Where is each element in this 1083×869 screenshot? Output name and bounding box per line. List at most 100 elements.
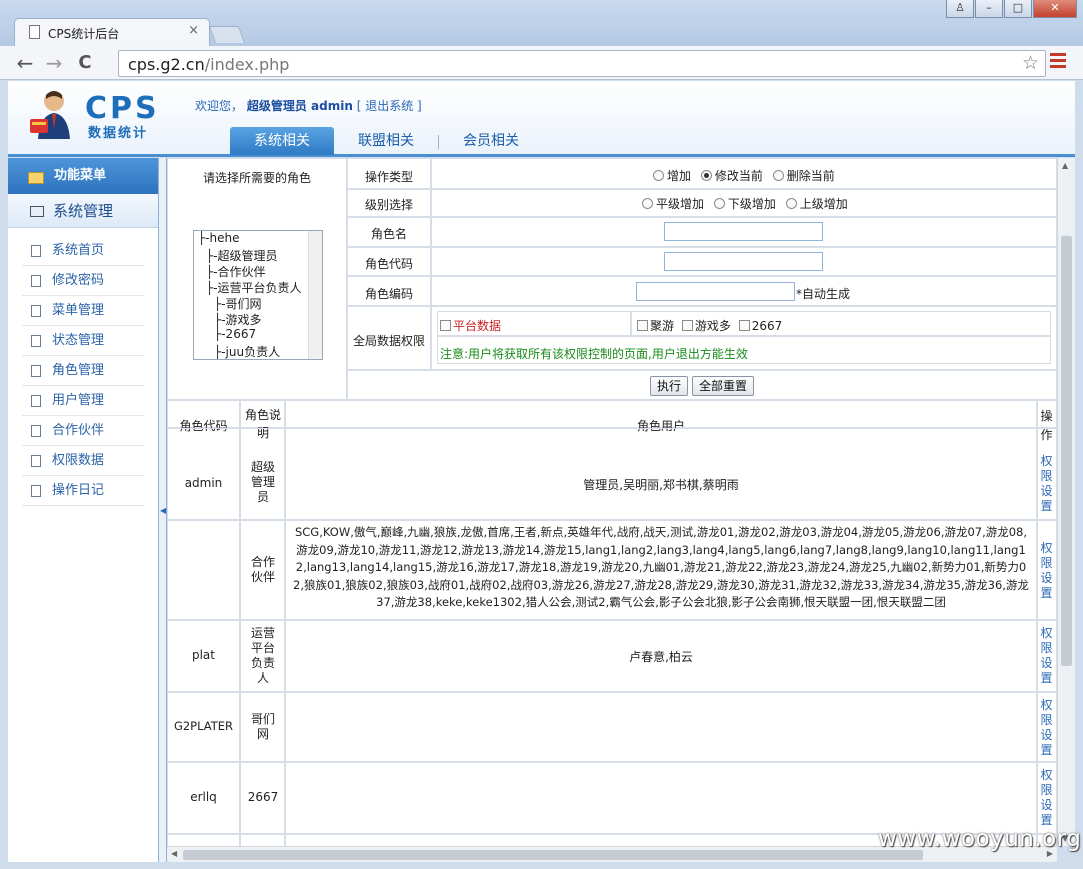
role-code: admin	[184, 476, 223, 490]
close-tab-icon[interactable]: ×	[188, 23, 199, 38]
sidebar-item-partners[interactable]: 合作伙伴	[22, 416, 144, 446]
sidebar-item-users[interactable]: 用户管理	[22, 386, 144, 416]
forward-icon[interactable]: →	[43, 52, 65, 74]
sidebar-item-menus[interactable]: 菜单管理	[22, 296, 144, 326]
platform-data-option[interactable]: 平台数据	[440, 317, 501, 334]
platform-data-checkbox[interactable]	[440, 320, 451, 331]
browser-titlebar: CPS统计后台 × ♙ – □ ✕	[0, 0, 1083, 46]
table-row	[167, 834, 240, 846]
tree-scrollbar[interactable]	[308, 231, 322, 359]
role-desc: 合作伙伴	[251, 555, 276, 584]
document-icon	[31, 335, 41, 347]
vertical-scroll-thumb[interactable]	[1061, 236, 1072, 666]
scroll-left-icon[interactable]: ◀	[171, 849, 177, 858]
page-icon	[29, 25, 40, 39]
folder-icon	[28, 172, 44, 184]
reset-button[interactable]: 全部重置	[692, 376, 754, 396]
document-icon	[31, 425, 41, 437]
reload-icon[interactable]: C	[74, 52, 96, 74]
document-icon	[31, 455, 41, 467]
browser-toolbar: ← → C cps.g2.cn/index.php ☆	[0, 46, 1083, 80]
perm-options: 聚游 游戏多 2667	[637, 317, 782, 334]
tab-title: CPS统计后台	[48, 27, 120, 41]
document-icon	[31, 365, 41, 377]
sidebar-item-home[interactable]: 系统首页	[22, 236, 144, 266]
sidebar-item-password[interactable]: 修改密码	[22, 266, 144, 296]
sidebar-item-permissions[interactable]: 权限数据	[22, 446, 144, 476]
role-num-label: 角色编码	[364, 287, 413, 301]
perm-checkbox[interactable]	[637, 320, 648, 331]
permission-settings-link[interactable]: 权限设置	[1040, 698, 1053, 758]
new-tab-button[interactable]	[208, 26, 246, 43]
role-name-label: 角色名	[370, 227, 407, 241]
role-desc: 2667	[247, 790, 279, 804]
sidebar-section[interactable]: 系统管理	[8, 194, 158, 228]
sidebar-item-status[interactable]: 状态管理	[22, 326, 144, 356]
app-header: CPS 数据统计 欢迎您， 超级管理员 admin [ 退出系统 ] 系统相关 …	[8, 81, 1075, 157]
tree-node[interactable]: ├-2667	[214, 327, 256, 341]
permission-settings-link[interactable]: 权限设置	[1040, 768, 1053, 828]
radio-modify[interactable]	[700, 170, 712, 181]
tab-members[interactable]: 会员相关	[439, 127, 543, 155]
role-users: 管理员,吴明丽,郑书棋,蔡明雨	[583, 478, 739, 492]
permission-settings-link[interactable]: 权限设置	[1040, 454, 1053, 514]
edit-icon	[30, 206, 44, 217]
role-users: 卢春意,柏云	[629, 650, 693, 664]
watermark: www.wooyun.org	[878, 826, 1082, 852]
document-icon	[31, 245, 41, 257]
sidebar-header: 功能菜单	[8, 158, 158, 194]
table-row	[167, 520, 240, 620]
browser-tab[interactable]: CPS统计后台 ×	[14, 18, 210, 46]
tree-node[interactable]: ├-游戏多	[214, 311, 262, 328]
address-bar[interactable]: cps.g2.cn/index.php ☆	[118, 50, 1046, 77]
radio-same-level[interactable]	[642, 198, 653, 209]
sidebar-item-logs[interactable]: 操作日记	[22, 476, 144, 506]
perm-checkbox[interactable]	[681, 320, 693, 331]
tree-node[interactable]: ├-哥们网	[214, 295, 262, 312]
sidebar: 功能菜单 系统管理 系统首页 修改密码 菜单管理 状态管理 角色管理 用户管理 …	[8, 158, 159, 862]
op-type-group: 增加 修改当前 删除当前	[653, 167, 835, 184]
role-name-input[interactable]	[664, 222, 823, 241]
logout-link[interactable]: [ 退出系统 ]	[357, 99, 422, 113]
vertical-scrollbar[interactable]: ▲ ▼	[1057, 158, 1075, 846]
role-num-input[interactable]	[636, 282, 795, 301]
close-window-button[interactable]: ✕	[1033, 0, 1077, 18]
logo-person-icon	[30, 91, 70, 139]
radio-lower-level[interactable]	[713, 198, 725, 209]
role-users: SCG,KOW,傲气,巅峰,九幽,狼族,龙傲,首席,王者,新点,英雄年代,战府,…	[293, 525, 1029, 610]
minimize-button[interactable]: –	[975, 0, 1003, 18]
tab-system[interactable]: 系统相关	[230, 127, 334, 155]
permission-settings-link[interactable]: 权限设置	[1040, 541, 1053, 601]
maximize-button[interactable]: □	[1004, 0, 1032, 18]
execute-button[interactable]: 执行	[650, 376, 688, 396]
table-cell	[285, 762, 1037, 834]
role-tree[interactable]: ├-hehe ├-超级管理员 ├-合作伙伴 ├-运营平台负责人 ├-哥们网 ├-…	[193, 230, 323, 360]
document-icon	[31, 485, 41, 497]
tree-node[interactable]: ├-hehe	[198, 231, 240, 245]
top-nav: 系统相关 联盟相关 会员相关	[230, 127, 543, 155]
url-text: cps.g2.cn/index.php	[128, 55, 290, 74]
document-icon	[31, 305, 41, 317]
perm-checkbox[interactable]	[738, 320, 750, 331]
radio-delete[interactable]	[772, 170, 784, 181]
horizontal-scroll-thumb[interactable]	[183, 850, 923, 860]
sidebar-item-roles[interactable]: 角色管理	[22, 356, 144, 386]
tree-node[interactable]: ├-超级管理员	[206, 247, 278, 264]
role-code-input[interactable]	[664, 252, 823, 271]
document-icon	[31, 395, 41, 407]
tree-node[interactable]: ├-运营平台负责人	[206, 279, 302, 296]
user-icon[interactable]: ♙	[946, 0, 974, 18]
bookmark-star-icon[interactable]: ☆	[1022, 52, 1039, 74]
sidebar-collapse-handle[interactable]: ◀	[159, 158, 167, 862]
browser-menu-icon[interactable]	[1050, 53, 1066, 71]
collapse-arrow-icon: ◀	[160, 506, 167, 515]
radio-add[interactable]	[653, 170, 664, 181]
radio-upper-level[interactable]	[785, 198, 797, 209]
back-icon[interactable]: ←	[14, 52, 36, 74]
scroll-up-icon[interactable]: ▲	[1062, 161, 1068, 170]
role-code: erllq	[190, 790, 217, 804]
tree-node[interactable]: ├-合作伙伴	[206, 263, 266, 280]
permission-settings-link[interactable]: 权限设置	[1040, 626, 1053, 686]
tab-alliance[interactable]: 联盟相关	[334, 127, 438, 155]
tree-node[interactable]: ├-juu负责人	[214, 343, 280, 359]
